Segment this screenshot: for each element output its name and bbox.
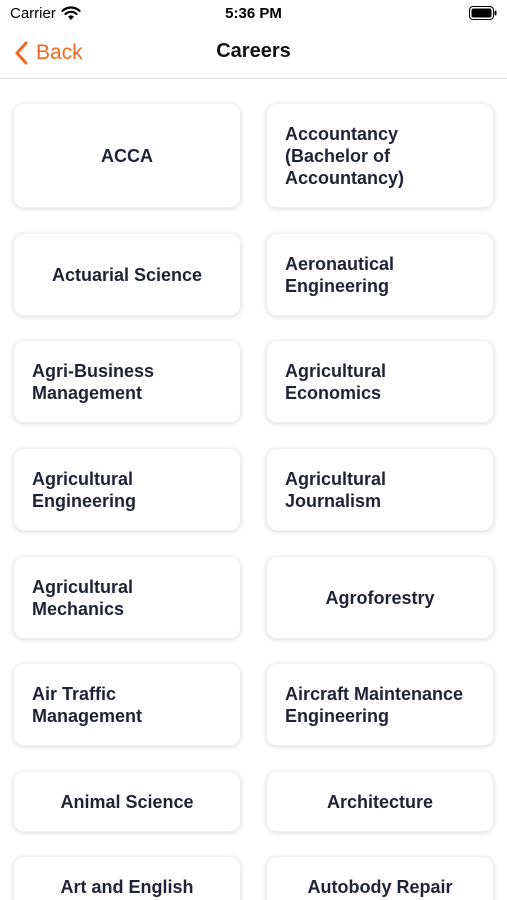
career-card-agricultural-engineering[interactable]: Agricultural Engineering — [13, 448, 241, 531]
status-time: 5:36 PM — [225, 5, 282, 22]
career-label: Agroforestry — [325, 587, 435, 608]
career-card-aeronautical-engineering[interactable]: Aeronautical Engineering — [266, 233, 494, 316]
career-label: Agricultural Journalism — [285, 468, 387, 511]
career-label: Aircraft Maintenance Engineering — [285, 683, 464, 726]
career-label: Accountancy (Bachelor of Accountancy) — [285, 123, 405, 188]
career-label: Agricultural Mechanics — [32, 576, 134, 619]
career-label: Agricultural Engineering — [32, 468, 137, 511]
career-label: Architecture — [326, 791, 434, 812]
page-title: Careers — [216, 40, 291, 62]
career-card-air-traffic-management[interactable]: Air Traffic Management — [13, 663, 241, 746]
career-card-actuarial-science[interactable]: Actuarial Science — [13, 233, 241, 316]
career-label: Art and English — [60, 876, 194, 897]
career-card-acca[interactable]: ACCA — [13, 103, 241, 208]
career-card-autobody-repair[interactable]: Autobody Repair — [266, 856, 494, 900]
career-label: Aeronautical Engineering — [285, 253, 395, 296]
career-card-agroforestry[interactable]: Agroforestry — [266, 556, 494, 639]
career-card-architecture[interactable]: Architecture — [266, 771, 494, 832]
navigation-bar: Back Careers — [0, 28, 507, 79]
career-card-aircraft-maintenance-engineering[interactable]: Aircraft Maintenance Engineering — [266, 663, 494, 746]
career-label: Autobody Repair — [307, 876, 453, 897]
career-card-art-and-english[interactable]: Art and English — [13, 856, 241, 900]
career-label: Actuarial Science — [51, 264, 203, 285]
career-card-accountancy[interactable]: Accountancy (Bachelor of Accountancy) — [266, 103, 494, 208]
career-label: Agricultural Economics — [285, 360, 387, 403]
career-card-agri-business-management[interactable]: Agri-Business Management — [13, 340, 241, 423]
battery-icon — [469, 6, 497, 20]
career-card-agricultural-economics[interactable]: Agricultural Economics — [266, 340, 494, 423]
career-label: Agri-Business Management — [32, 360, 155, 403]
career-card-agricultural-journalism[interactable]: Agricultural Journalism — [266, 448, 494, 531]
status-bar: Carrier 5:36 PM — [0, 0, 507, 28]
career-label: ACCA — [101, 145, 153, 166]
career-label: Air Traffic Management — [32, 683, 143, 726]
careers-grid: ACCA Accountancy (Bachelor of Accountanc… — [0, 79, 507, 900]
career-card-animal-science[interactable]: Animal Science — [13, 771, 241, 832]
career-label: Animal Science — [60, 791, 194, 812]
career-card-agricultural-mechanics[interactable]: Agricultural Mechanics — [13, 556, 241, 639]
